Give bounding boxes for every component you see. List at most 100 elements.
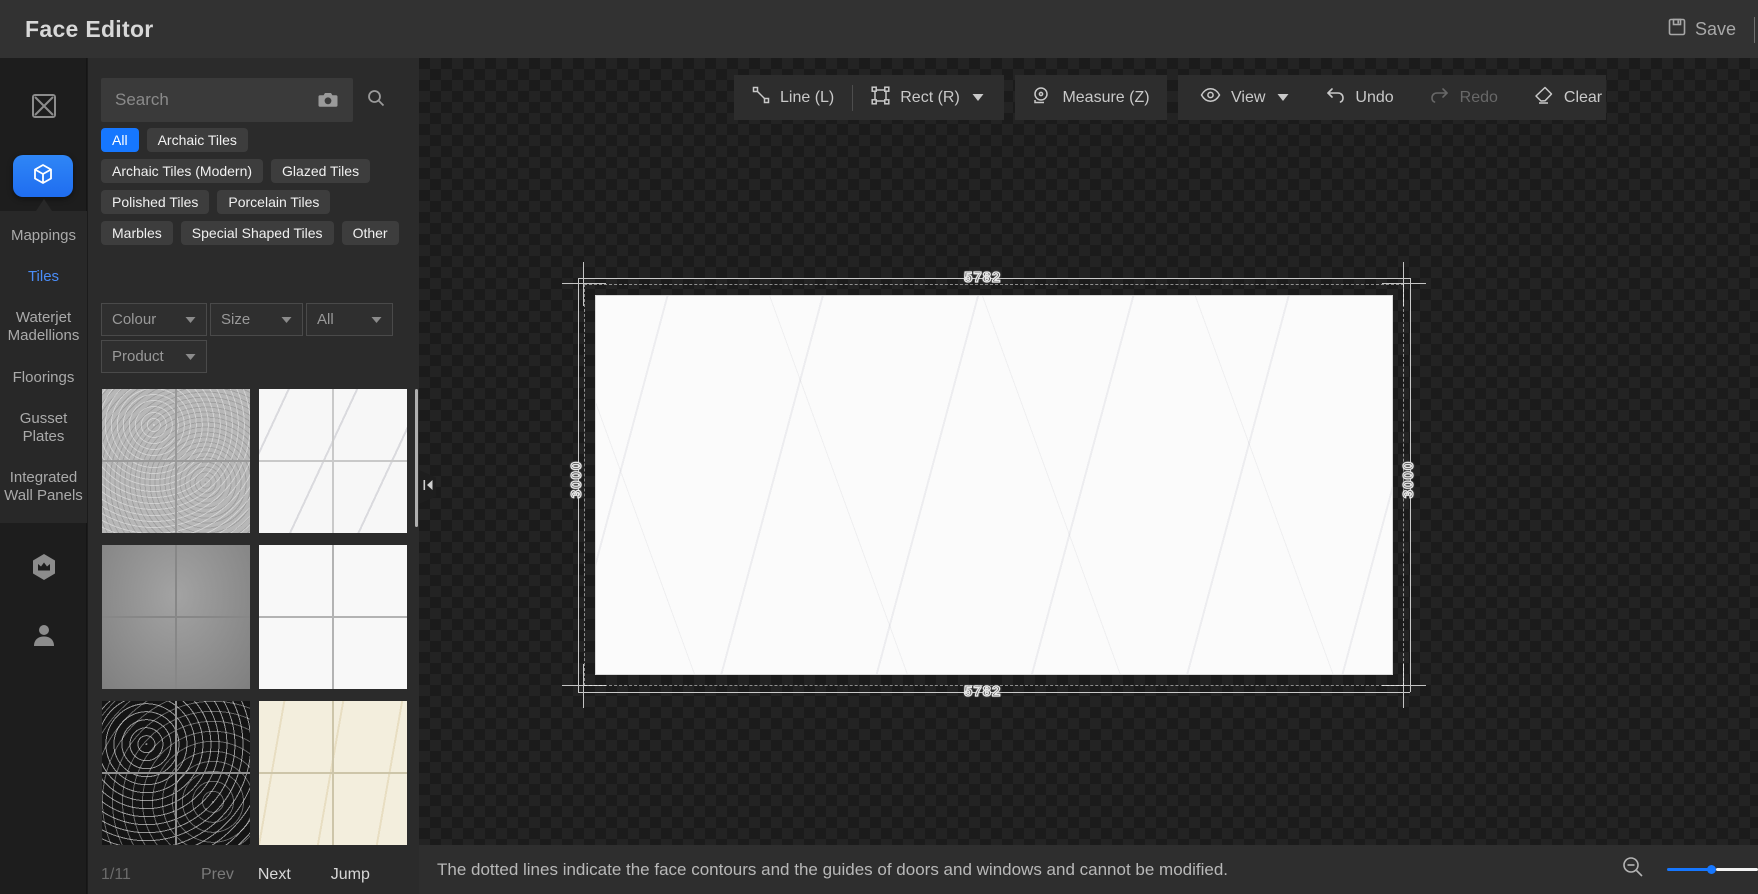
tile-thumb-white-plain[interactable] [259, 545, 407, 689]
search-icon [366, 88, 386, 113]
chevron-down-icon [972, 89, 984, 107]
sidebar-item-gusset-plates[interactable]: Gusset Plates [2, 410, 85, 446]
chevron-down-icon [185, 348, 196, 365]
undo-icon [1325, 87, 1345, 108]
face-height-label-left: 3000 [568, 460, 586, 499]
save-button[interactable]: Save [1667, 0, 1736, 58]
measure-tool-label: Measure (Z) [1062, 88, 1150, 106]
next-page-button[interactable]: Next [258, 866, 291, 884]
redo-button[interactable]: Redo [1412, 75, 1516, 120]
all-filter-label: All [317, 311, 334, 328]
view-menu-button[interactable]: View [1182, 75, 1307, 120]
clear-label: Clear [1563, 88, 1603, 106]
status-bar: The dotted lines indicate the face conto… [419, 845, 1758, 894]
sidebar-item-tiles[interactable]: Tiles [28, 268, 59, 286]
eraser-icon [1534, 86, 1554, 109]
filter-row-1: Colour Size All [101, 303, 393, 336]
chevron-down-icon [371, 311, 382, 328]
zoom-out-icon[interactable] [1621, 855, 1645, 884]
zoom-controls [1621, 845, 1758, 894]
left-rail: Mappings Tiles Waterjet Madellions Floor… [0, 58, 87, 894]
sidebar-item-mappings[interactable]: Mappings [11, 227, 76, 245]
toolbar-measure-group: Measure (Z) [1015, 75, 1167, 120]
line-tool-icon [752, 86, 770, 109]
jump-page-button[interactable]: Jump [331, 866, 370, 884]
tile-thumb-cream-marble[interactable] [259, 701, 407, 845]
rect-tool-label: Rect (R) [900, 88, 960, 106]
face-width-label-bottom: 5782 [963, 682, 1002, 700]
undo-button[interactable]: Undo [1307, 75, 1411, 120]
save-icon [1667, 17, 1687, 42]
tile-thumb-grey-concrete[interactable] [102, 545, 250, 689]
page-indicator: 1/11 [101, 866, 131, 883]
tile-library-panel: All Archaic Tiles Archaic Tiles (Modern)… [88, 58, 419, 894]
sidebar-item-waterjet-madellions[interactable]: Waterjet Madellions [2, 309, 85, 345]
tile-thumb-white-marble[interactable] [259, 389, 407, 533]
zoom-slider[interactable] [1667, 845, 1758, 894]
pagination: 1/11 Prev Next Jump [101, 866, 401, 884]
header-edge-divider [1754, 17, 1755, 43]
collapse-panel-handle[interactable] [419, 470, 436, 504]
category-chip-list: All Archaic Tiles Archaic Tiles (Modern)… [101, 128, 407, 245]
category-chip-marbles[interactable]: Marbles [101, 221, 173, 245]
menu-notch [36, 199, 52, 211]
measure-tool-button[interactable]: Measure (Z) [1014, 75, 1167, 120]
eye-icon [1200, 87, 1221, 108]
category-chip-glazed-tiles[interactable]: Glazed Tiles [271, 159, 371, 183]
face-contour-dashed [584, 284, 1404, 686]
size-filter-dropdown[interactable]: Size [210, 303, 303, 336]
all-filter-dropdown[interactable]: All [306, 303, 393, 336]
size-filter-label: Size [221, 311, 251, 328]
category-chip-archaic-tiles-modern[interactable]: Archaic Tiles (Modern) [101, 159, 264, 183]
search-input[interactable] [101, 78, 353, 122]
search-submit-button[interactable] [353, 78, 399, 122]
sidebar-item-floorings[interactable]: Floorings [13, 369, 75, 387]
redo-icon [1430, 87, 1450, 108]
filter-row-2: Product [101, 340, 207, 373]
category-chip-porcelain-tiles[interactable]: Porcelain Tiles [217, 190, 331, 214]
page-title: Face Editor [25, 15, 154, 42]
tile-thumbnail-grid [102, 389, 407, 845]
colour-filter-dropdown[interactable]: Colour [101, 303, 207, 336]
rect-tool-icon [871, 85, 890, 110]
header: Face Editor Save [0, 0, 1758, 58]
product-filter-label: Product [112, 348, 164, 365]
cube-icon [31, 162, 55, 191]
category-chip-polished-tiles[interactable]: Polished Tiles [101, 190, 210, 214]
camera-search-icon[interactable] [317, 89, 339, 116]
collapse-left-icon [423, 478, 433, 496]
rect-tool-button[interactable]: Rect (R) [853, 75, 1002, 120]
user-profile-icon[interactable] [0, 620, 87, 650]
colour-filter-label: Colour [112, 311, 157, 328]
measure-tape-icon [1032, 85, 1052, 110]
face-surface[interactable] [595, 295, 1393, 675]
chevron-down-icon [281, 311, 292, 328]
library-scrollbar-thumb[interactable] [415, 389, 418, 527]
face-width-label-top: 5782 [963, 268, 1002, 286]
crown-hexagon-icon[interactable] [0, 551, 87, 583]
sidebar-item-integrated-wall-panels[interactable]: Integrated Wall Panels [2, 469, 85, 505]
tiles-cube-button[interactable] [13, 155, 73, 197]
line-tool-button[interactable]: Line (L) [734, 75, 852, 120]
category-chip-all[interactable]: All [101, 128, 139, 152]
rail-menu: Mappings Tiles Waterjet Madellions Floor… [0, 211, 87, 523]
chevron-down-icon [185, 311, 196, 328]
mappings-gallery-icon[interactable] [0, 91, 87, 121]
editor-canvas[interactable]: Line (L) Rect (R) Measure (Z) View Undo … [419, 58, 1758, 894]
zoom-slider-handle[interactable] [1707, 865, 1716, 874]
redo-label: Redo [1459, 88, 1498, 106]
face-height-label-right: 3000 [1400, 460, 1418, 499]
category-chip-other[interactable]: Other [341, 221, 399, 245]
save-label: Save [1694, 18, 1736, 39]
tile-thumb-black-marble[interactable] [102, 701, 250, 845]
category-chip-special-shaped-tiles[interactable]: Special Shaped Tiles [180, 221, 334, 245]
product-filter-dropdown[interactable]: Product [101, 340, 207, 373]
status-message: The dotted lines indicate the face conto… [437, 859, 1229, 879]
line-tool-label: Line (L) [780, 88, 835, 106]
prev-page-button[interactable]: Prev [201, 866, 234, 884]
zoom-slider-track-filled [1667, 868, 1711, 871]
category-chip-archaic-tiles[interactable]: Archaic Tiles [146, 128, 248, 152]
clear-button[interactable]: Clear [1516, 75, 1620, 120]
search-row [101, 78, 399, 122]
tile-thumb-grey-granite[interactable] [102, 389, 250, 533]
